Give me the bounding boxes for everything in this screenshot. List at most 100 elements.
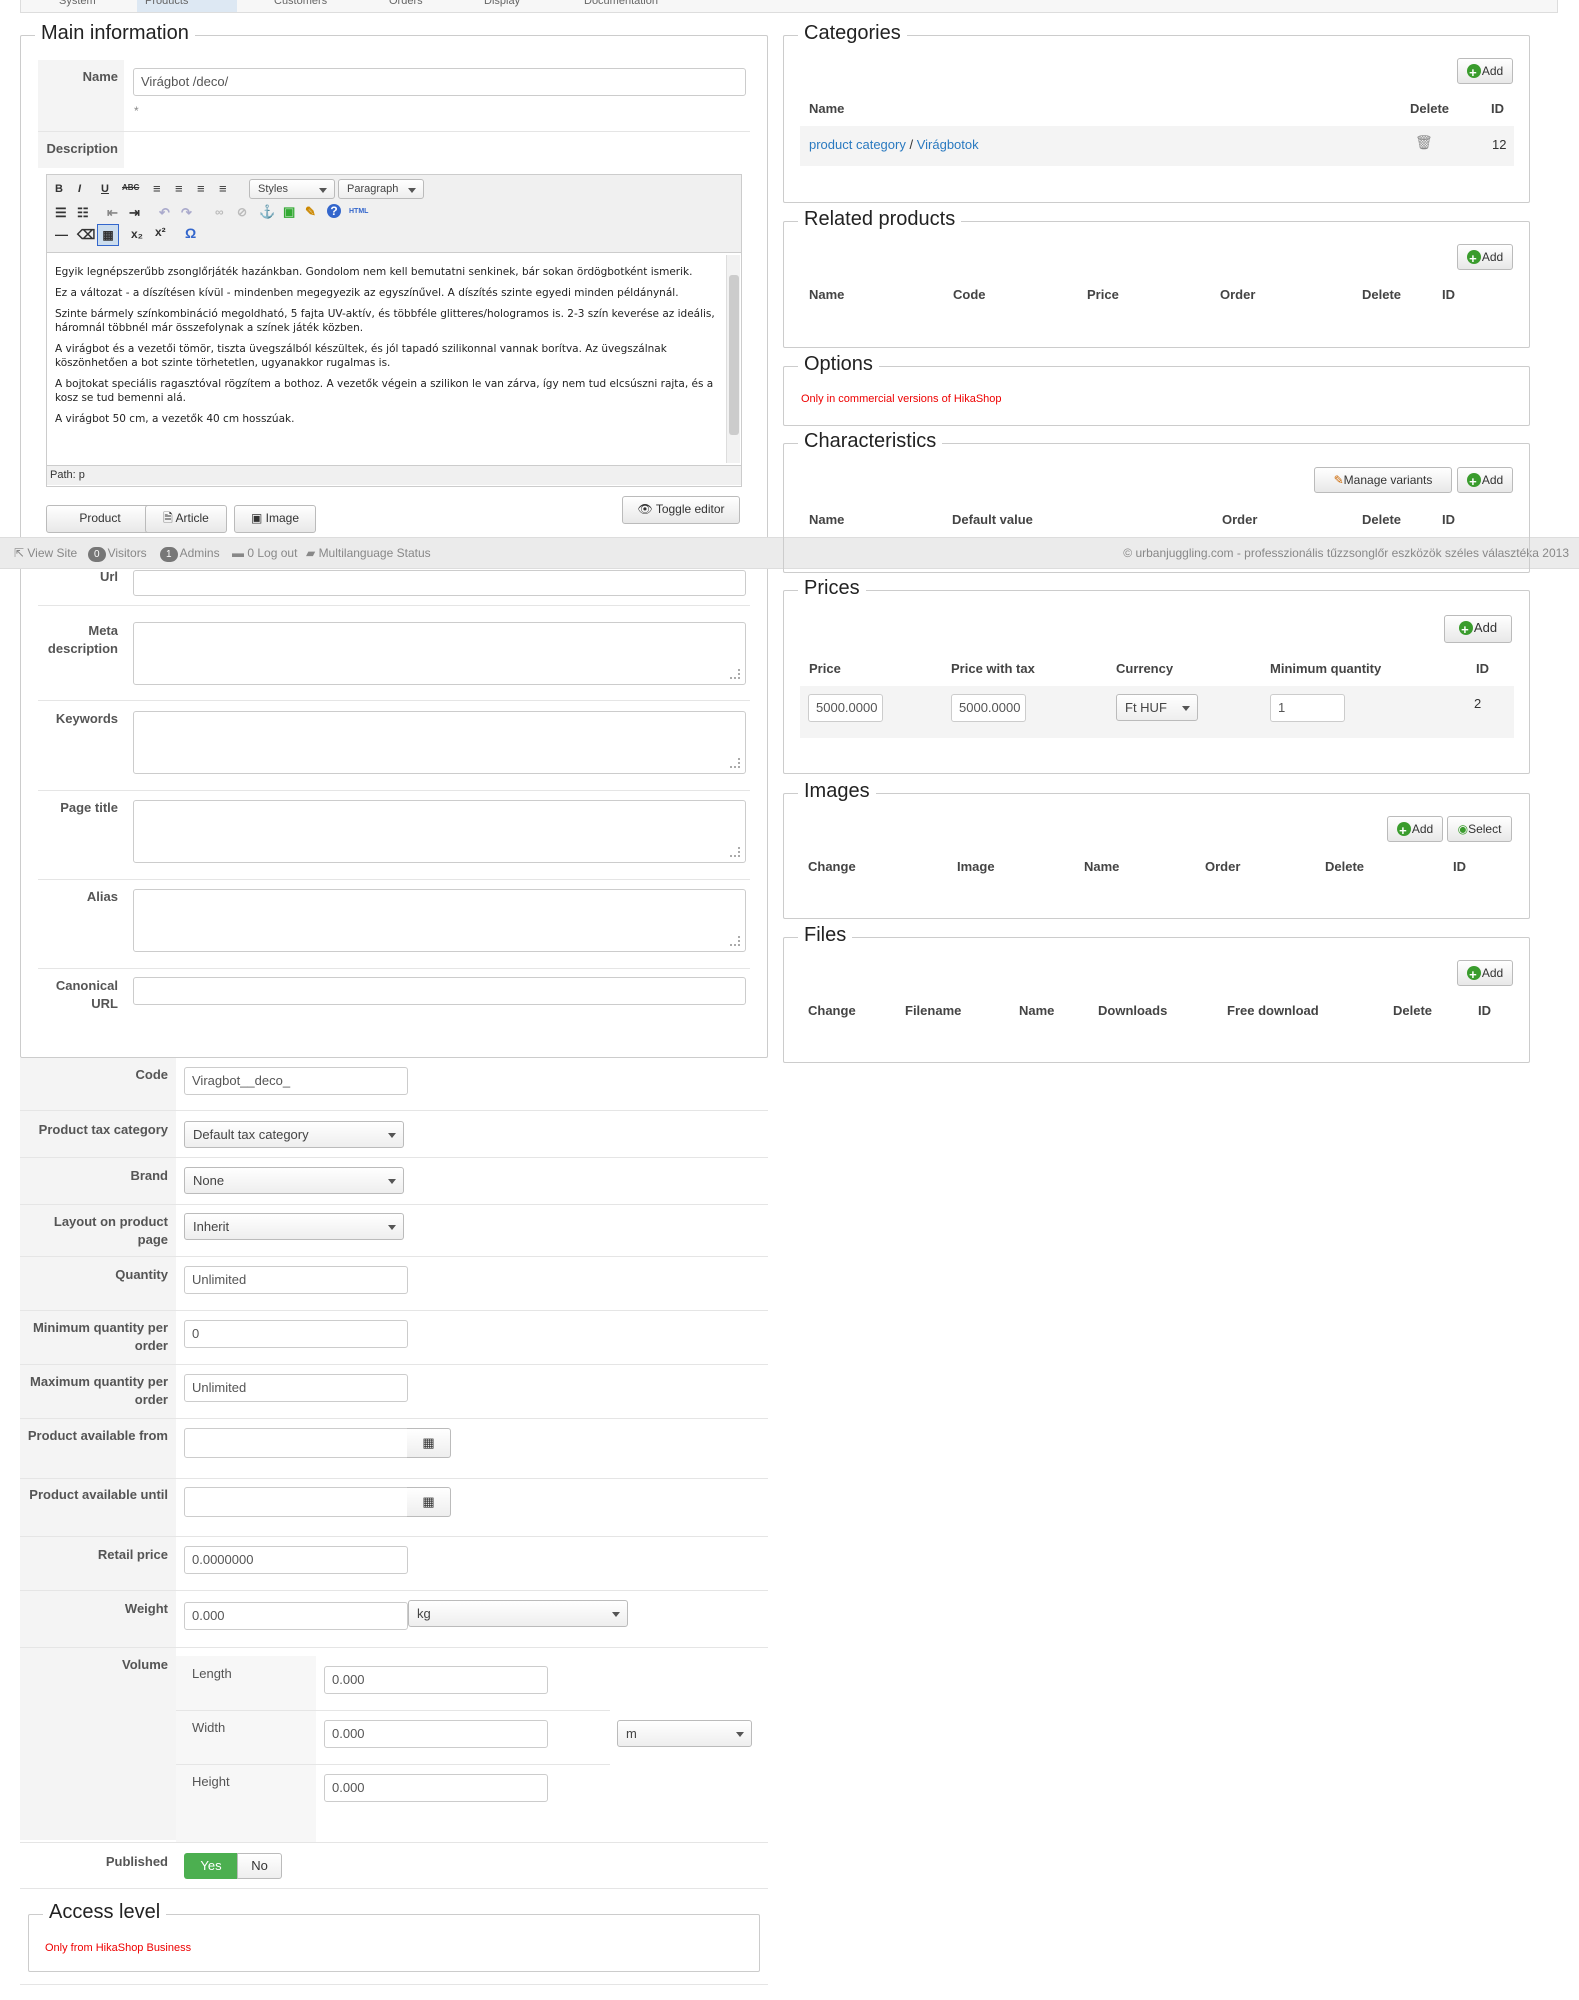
subscript-icon[interactable]: x₂ xyxy=(131,227,143,241)
min-quantity-input[interactable]: 0 xyxy=(184,1320,408,1348)
tab-products[interactable]: Products xyxy=(137,0,237,12)
category-path: product category / Virágbotok xyxy=(809,137,979,152)
redo-icon[interactable]: ↷ xyxy=(181,205,192,221)
editor-paragraph: Egyik legnépszerűbb zsonglőrjáték hazánk… xyxy=(55,266,693,278)
tab-documentation[interactable]: Documentation xyxy=(576,0,666,12)
styles-select[interactable]: Styles xyxy=(249,179,335,199)
add-related-button[interactable]: Add xyxy=(1457,244,1513,271)
align-left-icon[interactable]: ≡ xyxy=(153,181,161,196)
special-character-icon[interactable]: Ω xyxy=(185,225,196,241)
strikethrough-icon[interactable]: ABC xyxy=(122,183,139,192)
manage-variants-button[interactable]: ✎Manage variants xyxy=(1314,467,1452,493)
select-image-button[interactable]: ◉Select xyxy=(1447,816,1512,842)
paragraph-select[interactable]: Paragraph xyxy=(338,179,424,199)
keywords-textarea[interactable] xyxy=(133,711,746,774)
cleanup-icon[interactable]: ✎ xyxy=(305,204,316,220)
visual-aid-icon[interactable]: ▦ xyxy=(97,224,119,246)
available-from-input[interactable] xyxy=(184,1428,408,1458)
remove-format-icon[interactable]: ⌫ xyxy=(77,227,95,243)
published-no-button[interactable]: No xyxy=(237,1853,282,1879)
related-col-order: Order xyxy=(1220,287,1256,302)
link-icon[interactable]: ∞ xyxy=(215,205,224,219)
logout-link[interactable]: ▬ 0 Log out xyxy=(232,538,297,568)
characteristics-col-id: ID xyxy=(1442,512,1455,527)
weight-unit-select[interactable]: kg xyxy=(408,1600,628,1627)
edit-icon: ✎ xyxy=(1333,473,1344,487)
numbered-list-icon[interactable]: ☷ xyxy=(77,205,89,221)
add-category-button[interactable]: Add xyxy=(1457,58,1513,85)
tab-customers[interactable]: Customers xyxy=(266,0,335,12)
calendar-icon[interactable]: ▦ xyxy=(407,1487,451,1517)
bold-icon[interactable]: B xyxy=(55,183,63,195)
code-input[interactable]: Viragbot__deco_ xyxy=(184,1067,408,1095)
undo-icon[interactable]: ↶ xyxy=(159,205,170,221)
page-title-textarea[interactable] xyxy=(133,800,746,863)
editor-scrollbar[interactable] xyxy=(726,255,740,463)
toggle-editor-button[interactable]: 👁 Toggle editor xyxy=(622,496,740,524)
canonical-url-input[interactable] xyxy=(133,977,746,1005)
add-characteristic-button[interactable]: Add xyxy=(1457,467,1513,494)
anchor-icon[interactable]: ⚓ xyxy=(259,204,275,220)
align-right-icon[interactable]: ≡ xyxy=(197,181,205,196)
layout-select[interactable]: Inherit xyxy=(184,1213,404,1240)
meta-description-label: Meta description xyxy=(47,623,118,656)
underline-icon[interactable]: U xyxy=(101,183,109,195)
unlink-icon[interactable]: ⊘ xyxy=(237,205,247,219)
required-mark: * xyxy=(134,104,139,118)
calendar-icon[interactable]: ▦ xyxy=(407,1428,451,1458)
multilanguage-status[interactable]: ▰ Multilanguage Status xyxy=(306,538,431,568)
editor-content[interactable]: Egyik legnépszerűbb zsonglőrjáték hazánk… xyxy=(55,265,717,433)
insert-image-button[interactable]: ▣ Image xyxy=(234,505,316,533)
category-child-link[interactable]: Virágbotok xyxy=(917,137,979,152)
align-justify-icon[interactable]: ≡ xyxy=(219,181,227,196)
brand-select[interactable]: None xyxy=(184,1167,404,1194)
min-quantity-price-input[interactable]: 1 xyxy=(1270,694,1345,722)
view-site-link[interactable]: ⇱ View Site xyxy=(14,538,77,568)
trash-icon[interactable]: 🗑 xyxy=(1415,134,1433,151)
outdent-icon[interactable]: ⇤ xyxy=(107,205,118,221)
characteristics-panel: Characteristics xyxy=(783,430,1530,573)
height-input[interactable]: 0.000 xyxy=(324,1774,548,1802)
volume-label-column xyxy=(176,1656,316,1842)
max-quantity-input[interactable]: Unlimited xyxy=(184,1374,408,1402)
name-input[interactable]: Virágbot /deco/ xyxy=(133,68,746,96)
alias-textarea[interactable] xyxy=(133,889,746,952)
width-input[interactable]: 0.000 xyxy=(324,1720,548,1748)
price-input[interactable]: 5000.0000 xyxy=(808,694,883,722)
tab-orders[interactable]: Orders xyxy=(381,0,431,12)
editor-paragraph: A bojtokat speciális ragasztóval rögzíte… xyxy=(55,378,714,404)
currency-select[interactable]: Ft HUF xyxy=(1116,694,1198,721)
insert-image-icon[interactable]: ▣ xyxy=(283,204,295,220)
tax-category-select[interactable]: Default tax category xyxy=(184,1121,404,1148)
html-icon[interactable]: HTML xyxy=(349,208,368,215)
tab-system[interactable]: System xyxy=(51,0,104,12)
weight-input[interactable]: 0.000 xyxy=(184,1602,408,1630)
category-parent-link[interactable]: product category xyxy=(809,137,906,152)
retail-price-input[interactable]: 0.0000000 xyxy=(184,1546,408,1574)
insert-article-button[interactable]: 🗎 Article xyxy=(145,505,227,533)
price-with-tax-input[interactable]: 5000.0000 xyxy=(951,694,1026,722)
images-col-delete: Delete xyxy=(1325,859,1365,874)
insert-product-button[interactable]: Product xyxy=(46,505,154,533)
retail-price-label: Retail price xyxy=(97,1547,168,1562)
add-image-button[interactable]: Add xyxy=(1387,816,1443,843)
url-input[interactable] xyxy=(133,570,746,596)
bullet-list-icon[interactable]: ☰ xyxy=(55,205,67,221)
available-until-input[interactable] xyxy=(184,1487,408,1517)
italic-icon[interactable]: I xyxy=(78,183,81,195)
meta-description-textarea[interactable] xyxy=(133,622,746,685)
tab-display[interactable]: Display xyxy=(476,0,528,12)
align-center-icon[interactable]: ≡ xyxy=(175,181,183,196)
add-price-button[interactable]: Add xyxy=(1444,615,1512,643)
indent-icon[interactable]: ⇥ xyxy=(129,205,140,221)
superscript-icon[interactable]: x² xyxy=(155,225,166,239)
rich-text-editor[interactable]: B I U ABC ≡ ≡ ≡ ≡ Styles Paragraph ☰ ☷ ⇤… xyxy=(46,174,742,487)
published-yes-button[interactable]: Yes xyxy=(184,1853,238,1879)
editor-toolbar: B I U ABC ≡ ≡ ≡ ≡ Styles Paragraph ☰ ☷ ⇤… xyxy=(47,175,741,253)
dimension-unit-select[interactable]: m xyxy=(617,1720,752,1747)
quantity-input[interactable]: Unlimited xyxy=(184,1266,408,1294)
help-icon[interactable]: ? xyxy=(327,204,341,218)
add-file-button[interactable]: Add xyxy=(1457,960,1513,987)
horizontal-rule-icon[interactable]: — xyxy=(55,227,68,242)
length-input[interactable]: 0.000 xyxy=(324,1666,548,1694)
